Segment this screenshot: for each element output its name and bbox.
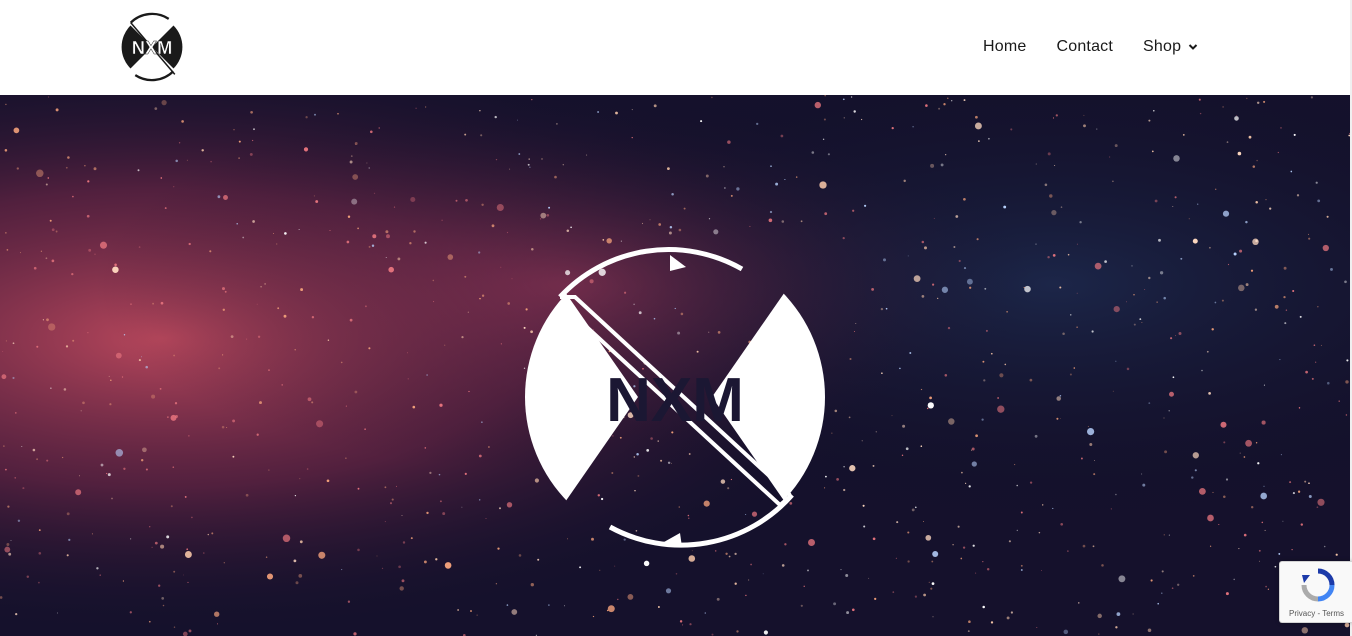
nxm-logo-icon: NXM	[525, 247, 825, 548]
nav-contact-link[interactable]: Contact	[1056, 36, 1113, 58]
recaptcha-icon	[1301, 568, 1335, 602]
logo-text: NXM	[132, 37, 173, 58]
recaptcha-terms-link[interactable]: Terms	[1322, 609, 1344, 618]
recaptcha-links: Privacy - Terms	[1280, 609, 1352, 618]
recaptcha-badge[interactable]: Privacy - Terms	[1279, 561, 1352, 623]
nav-contact-label: Contact	[1056, 38, 1114, 55]
hero-logo-text: NXM	[606, 366, 744, 435]
site-header: NXM Home Contact Shop	[0, 0, 1352, 95]
chevron-down-icon	[1188, 44, 1198, 50]
nav-home-link[interactable]: Home	[983, 36, 1026, 58]
hero-banner: NXM	[0, 95, 1350, 636]
main-nav: Home Contact Shop	[983, 36, 1198, 58]
nav-home-label: Home	[983, 38, 1027, 55]
recaptcha-privacy-link[interactable]: Privacy	[1289, 609, 1315, 618]
nav-shop-label: Shop	[1143, 38, 1182, 55]
nxm-logo-icon[interactable]: NXM	[114, 9, 190, 85]
nav-shop-menu[interactable]: Shop	[1143, 36, 1198, 58]
